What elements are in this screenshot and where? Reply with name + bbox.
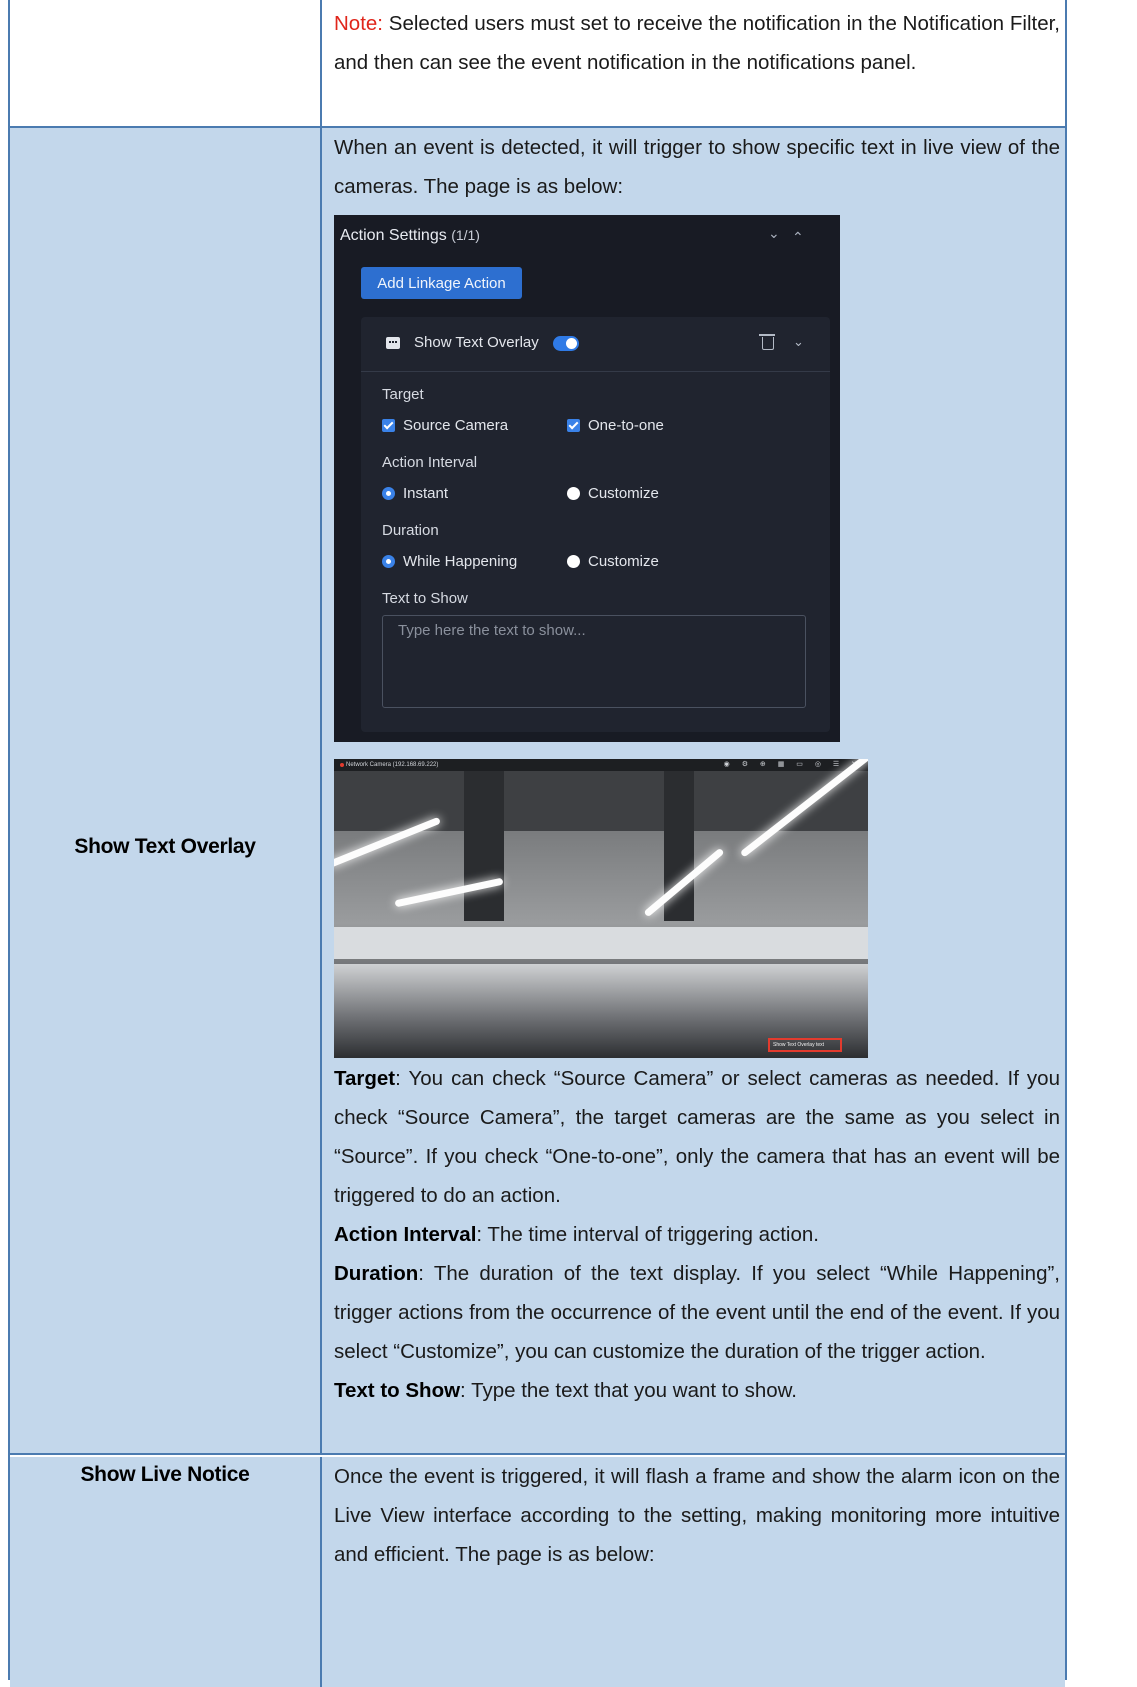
option-label: Customize — [588, 485, 659, 502]
desc-target: Target: You can check “Source Camera” or… — [334, 1059, 1060, 1215]
radio-selected-icon — [382, 487, 395, 500]
text-to-show-label: Text to Show — [382, 590, 468, 607]
text-overlay-row: Show Text Overlay When an event is detec… — [10, 128, 1065, 1455]
camera-live-view-image: Network Camera (192.168.69.222) ◉ ⚙ ⊕ ▦ … — [334, 759, 868, 1058]
linkage-action-card: Show Text Overlay ⌄ Target Source Camera… — [361, 317, 830, 732]
message-icon — [386, 337, 400, 349]
panel-title-text: Action Settings — [340, 227, 447, 244]
text-to-show-input[interactable]: Type here the text to show... — [382, 615, 806, 708]
note-text: Selected users must set to receive the n… — [334, 12, 1060, 74]
text-overlay-box: Show Text Overlay text — [768, 1038, 842, 1052]
duration-customize-radio[interactable]: Customize — [567, 553, 659, 570]
chevron-down-icon[interactable]: ⌄ — [768, 225, 780, 242]
field-descriptions: Target: You can check “Source Camera” or… — [334, 1059, 1060, 1410]
desc-term: Text to Show — [334, 1379, 461, 1402]
one-to-one-checkbox[interactable]: One-to-one — [567, 417, 664, 434]
duration-label: Duration — [382, 522, 439, 539]
radio-selected-icon — [382, 555, 395, 568]
chevron-down-icon[interactable]: ⌄ — [793, 334, 804, 350]
option-label: While Happening — [403, 553, 518, 570]
source-camera-checkbox[interactable]: Source Camera — [382, 417, 508, 434]
desc-text: : Type the text that you want to show. — [460, 1379, 797, 1402]
desc-term: Target — [334, 1067, 396, 1090]
desc-text: : You can check “Source Camera” or selec… — [334, 1067, 1060, 1207]
desc-text-to-show: Text to Show: Type the text that you wan… — [334, 1371, 1060, 1410]
trash-icon[interactable] — [759, 334, 775, 350]
card-title: Show Text Overlay — [414, 334, 539, 351]
option-label: Instant — [403, 485, 449, 502]
row-label-text-overlay: Show Text Overlay — [74, 835, 256, 858]
duration-while-happening-radio[interactable]: While Happening — [382, 553, 517, 570]
window-band — [334, 927, 868, 959]
interval-customize-radio[interactable]: Customize — [567, 485, 659, 502]
action-interval-label: Action Interval — [382, 454, 478, 471]
live-notice-text: Once the event is triggered, it will fla… — [334, 1465, 1060, 1566]
target-label: Target — [382, 386, 424, 403]
enable-toggle[interactable] — [553, 336, 579, 351]
row-label-live-notice: Show Live Notice — [80, 1463, 250, 1486]
note-label: Note: — [334, 12, 383, 35]
desc-action-interval: Action Interval: The time interval of tr… — [334, 1215, 1060, 1254]
column-divider — [320, 1457, 322, 1687]
column-divider — [320, 0, 322, 126]
desc-text: : The duration of the text display. If y… — [334, 1262, 1060, 1363]
checkbox-checked-icon — [382, 419, 395, 432]
checkbox-checked-icon — [567, 419, 580, 432]
action-settings-panel: Action Settings (1/1) ⌄ ⌃ Add Linkage Ac… — [334, 215, 840, 742]
radio-unselected-icon — [567, 487, 580, 500]
chevron-up-icon[interactable]: ⌃ — [792, 229, 804, 246]
panel-count: (1/1) — [451, 227, 480, 243]
overlay-intro: When an event is detected, it will trigg… — [334, 136, 1060, 198]
recording-dot-icon — [340, 763, 344, 767]
column-divider — [320, 128, 322, 1453]
camera-toolbar-icons: ◉ ⚙ ⊕ ▦ ▭ ◎ ☰ ✕ — [723, 761, 862, 768]
card-header: Show Text Overlay ⌄ — [361, 317, 830, 372]
settings-table: Note: Selected users must set to receive… — [8, 0, 1067, 1687]
panel-title: Action Settings (1/1) — [340, 227, 480, 245]
camera-title-bar: Network Camera (192.168.69.222) ◉ ⚙ ⊕ ▦ … — [334, 759, 868, 771]
option-label: Customize — [588, 553, 659, 570]
desc-term: Action Interval — [334, 1223, 477, 1246]
interval-instant-radio[interactable]: Instant — [382, 485, 448, 502]
option-label: One-to-one — [588, 417, 664, 434]
desc-term: Duration — [334, 1262, 419, 1285]
live-notice-row: Show Live Notice Once the event is trigg… — [10, 1457, 1065, 1687]
ceiling-beam — [464, 771, 504, 921]
note-paragraph: Note: Selected users must set to receive… — [334, 4, 1060, 82]
add-linkage-action-button[interactable]: Add Linkage Action — [361, 267, 522, 299]
camera-name: Network Camera (192.168.69.222) — [346, 762, 439, 768]
desc-duration: Duration: The duration of the text displ… — [334, 1254, 1060, 1371]
desc-text: : The time interval of triggering action… — [476, 1223, 819, 1246]
radio-unselected-icon — [567, 555, 580, 568]
note-row: Note: Selected users must set to receive… — [10, 0, 1065, 128]
option-label: Source Camera — [403, 417, 509, 434]
